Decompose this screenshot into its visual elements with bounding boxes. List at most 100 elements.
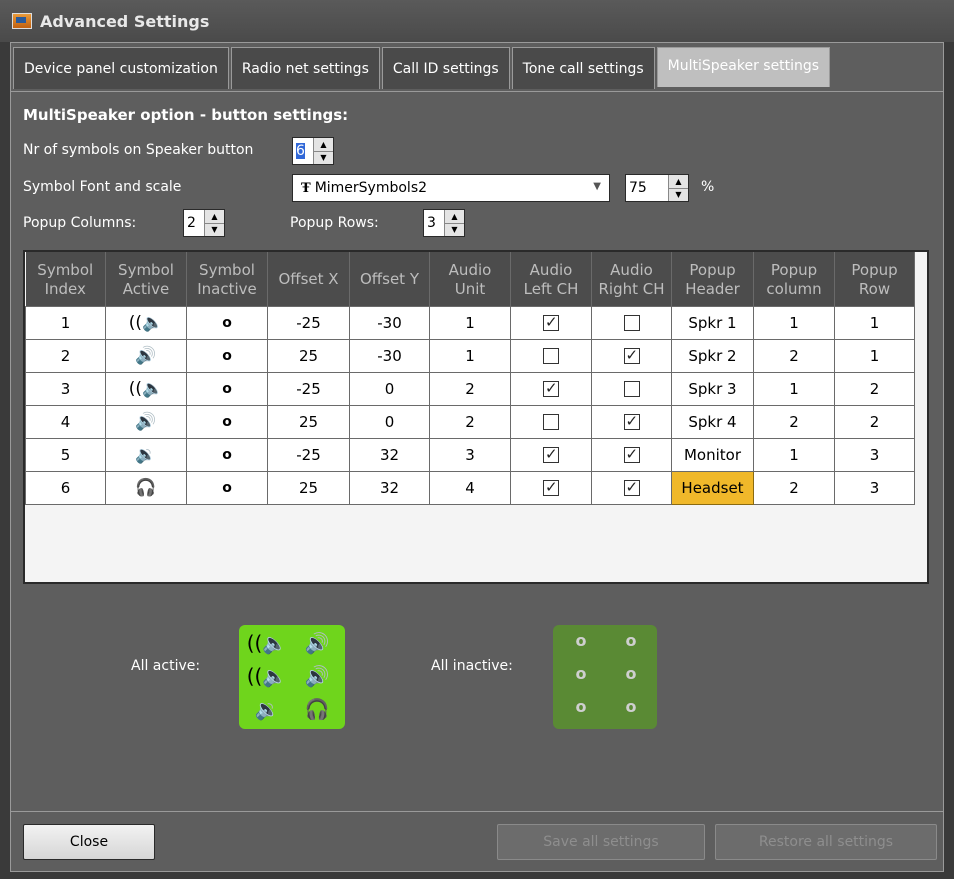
tab-multispeaker[interactable]: MultiSpeaker settings bbox=[656, 47, 831, 87]
chevron-down-icon[interactable]: ▼ bbox=[205, 222, 224, 237]
column-header[interactable]: Symbol Index bbox=[25, 252, 106, 306]
popup-columns-value[interactable]: 2 bbox=[184, 210, 204, 236]
popup-row-cell[interactable]: 3 bbox=[834, 437, 915, 472]
audio-right-checkbox[interactable] bbox=[591, 437, 672, 472]
table-row[interactable]: 3((🔈o-2502Spkr 312 bbox=[25, 371, 915, 406]
symbol-active-cell[interactable]: 🎧 bbox=[105, 470, 187, 505]
checkbox[interactable] bbox=[623, 315, 640, 331]
checkbox[interactable] bbox=[623, 412, 640, 430]
popup-row-cell[interactable]: 3 bbox=[834, 470, 915, 505]
symbol-inactive-cell[interactable]: o bbox=[186, 437, 268, 472]
symbol-active-cell[interactable]: ((🔈 bbox=[105, 371, 187, 406]
audio-unit-cell[interactable]: 1 bbox=[429, 338, 511, 373]
symbol-inactive-cell[interactable]: o bbox=[186, 338, 268, 373]
checkbox[interactable] bbox=[543, 348, 559, 364]
symbol-active-cell[interactable]: 🔊 bbox=[105, 404, 187, 439]
symbol-index-cell[interactable]: 1 bbox=[25, 305, 106, 340]
popup-row-cell[interactable]: 1 bbox=[834, 338, 915, 373]
popup-columns-stepper[interactable]: 2 ▲ ▼ bbox=[183, 209, 225, 237]
audio-left-checkbox[interactable] bbox=[510, 437, 592, 472]
checkbox[interactable] bbox=[623, 478, 640, 496]
symbol-inactive-cell[interactable]: o bbox=[186, 305, 268, 340]
checkbox[interactable] bbox=[543, 379, 559, 397]
tab-device-panel[interactable]: Device panel customization bbox=[13, 47, 229, 89]
table-row[interactable]: 1((🔈o-25-301Spkr 111 bbox=[25, 305, 915, 340]
offset-y-cell[interactable]: 32 bbox=[349, 437, 430, 472]
column-header[interactable]: Audio Unit bbox=[429, 252, 511, 306]
checkbox[interactable] bbox=[543, 313, 559, 331]
column-header[interactable]: Audio Right CH bbox=[591, 252, 672, 306]
audio-right-checkbox[interactable] bbox=[591, 404, 672, 439]
audio-unit-cell[interactable]: 4 bbox=[429, 470, 511, 505]
popup-header-cell[interactable]: Spkr 1 bbox=[671, 305, 754, 340]
column-header[interactable]: Popup column bbox=[753, 252, 835, 306]
offset-x-cell[interactable]: 25 bbox=[267, 404, 350, 439]
tab-radio-net[interactable]: Radio net settings bbox=[230, 47, 380, 89]
checkbox[interactable] bbox=[543, 445, 559, 463]
audio-left-checkbox[interactable] bbox=[510, 371, 592, 406]
audio-unit-cell[interactable]: 2 bbox=[429, 371, 511, 406]
symbol-inactive-cell[interactable]: o bbox=[186, 470, 268, 505]
symbol-active-cell[interactable]: ((🔈 bbox=[105, 305, 187, 340]
popup-column-cell[interactable]: 2 bbox=[753, 338, 835, 373]
popup-column-cell[interactable]: 1 bbox=[753, 437, 835, 472]
audio-unit-cell[interactable]: 2 bbox=[429, 404, 511, 439]
column-header[interactable]: Offset Y bbox=[349, 252, 430, 306]
column-header[interactable]: Audio Left CH bbox=[510, 252, 592, 306]
symbol-index-cell[interactable]: 6 bbox=[25, 470, 106, 505]
symbol-index-cell[interactable]: 3 bbox=[25, 371, 106, 406]
nr-symbols-stepper[interactable]: 6 ▲ ▼ bbox=[292, 137, 334, 165]
popup-header-cell[interactable]: Headset bbox=[671, 470, 754, 505]
tab-tone-call[interactable]: Tone call settings bbox=[511, 47, 655, 89]
offset-x-cell[interactable]: 25 bbox=[267, 338, 350, 373]
column-header[interactable]: Popup Row bbox=[834, 252, 915, 306]
checkbox[interactable] bbox=[543, 414, 559, 430]
audio-left-checkbox[interactable] bbox=[510, 338, 592, 373]
popup-header-cell[interactable]: Spkr 2 bbox=[671, 338, 754, 373]
popup-header-cell[interactable]: Spkr 4 bbox=[671, 404, 754, 439]
offset-y-cell[interactable]: -30 bbox=[349, 305, 430, 340]
audio-right-checkbox[interactable] bbox=[591, 371, 672, 406]
table-row[interactable]: 5🔉o-25323Monitor13 bbox=[25, 437, 915, 472]
symbol-active-cell[interactable]: 🔊 bbox=[105, 338, 187, 373]
symbol-index-cell[interactable]: 5 bbox=[25, 437, 106, 472]
chevron-down-icon[interactable]: ▼ bbox=[669, 187, 688, 202]
symbol-index-cell[interactable]: 2 bbox=[25, 338, 106, 373]
table-row[interactable]: 6🎧o25324 Headset23 bbox=[25, 470, 915, 505]
popup-row-cell[interactable]: 2 bbox=[834, 371, 915, 406]
popup-column-cell[interactable]: 2 bbox=[753, 404, 835, 439]
column-header[interactable]: Offset X bbox=[267, 252, 350, 306]
offset-x-cell[interactable]: -25 bbox=[267, 305, 350, 340]
chevron-up-icon[interactable]: ▲ bbox=[205, 210, 224, 223]
audio-right-checkbox[interactable] bbox=[591, 470, 672, 505]
popup-column-cell[interactable]: 2 bbox=[753, 470, 835, 505]
popup-column-cell[interactable]: 1 bbox=[753, 371, 835, 406]
audio-right-checkbox[interactable] bbox=[591, 338, 672, 373]
chevron-down-icon[interactable]: ▼ bbox=[314, 150, 333, 165]
column-header[interactable]: Symbol Active bbox=[105, 252, 187, 306]
tab-call-id[interactable]: Call ID settings bbox=[381, 47, 510, 89]
audio-left-checkbox[interactable] bbox=[510, 305, 592, 340]
chevron-up-icon[interactable]: ▲ bbox=[445, 210, 464, 223]
offset-y-cell[interactable]: 0 bbox=[349, 371, 430, 406]
dropdown-arrow-icon[interactable]: ▼ bbox=[593, 181, 601, 192]
audio-right-checkbox[interactable] bbox=[591, 305, 672, 340]
offset-x-cell[interactable]: -25 bbox=[267, 371, 350, 406]
popup-column-cell[interactable]: 1 bbox=[753, 305, 835, 340]
audio-unit-cell[interactable]: 1 bbox=[429, 305, 511, 340]
chevron-up-icon[interactable]: ▲ bbox=[669, 175, 688, 188]
symbol-font-select[interactable]: Ŧ MimerSymbols2 ▼ bbox=[292, 174, 610, 202]
restore-all-button[interactable]: Restore all settings bbox=[715, 824, 937, 860]
symbol-inactive-cell[interactable]: o bbox=[186, 371, 268, 406]
checkbox[interactable] bbox=[623, 445, 640, 463]
column-header[interactable]: Popup Header bbox=[671, 252, 754, 306]
close-button[interactable]: Close bbox=[23, 824, 155, 860]
checkbox[interactable] bbox=[623, 346, 640, 364]
offset-y-cell[interactable]: 0 bbox=[349, 404, 430, 439]
chevron-down-icon[interactable]: ▼ bbox=[445, 222, 464, 237]
offset-y-cell[interactable]: -30 bbox=[349, 338, 430, 373]
chevron-up-icon[interactable]: ▲ bbox=[314, 138, 333, 151]
popup-rows-value[interactable]: 3 bbox=[424, 210, 444, 236]
checkbox[interactable] bbox=[543, 478, 559, 496]
nr-symbols-value[interactable]: 6 bbox=[293, 138, 313, 164]
